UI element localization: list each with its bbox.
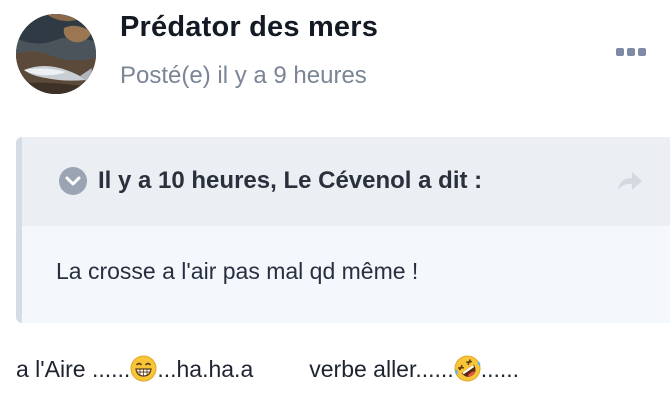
quote-body-text: La crosse a l'air pas mal qd même ! — [56, 258, 419, 284]
post-content: a l'Aire ...... ...ha.ha.a verbe aller...… — [16, 355, 519, 383]
post-content-text: verbe aller...... — [309, 356, 454, 382]
author-avatar[interactable] — [16, 14, 96, 94]
ellipsis-icon[interactable] — [612, 40, 652, 64]
chevron-down-circle-icon[interactable] — [59, 167, 87, 195]
author-name[interactable]: Prédator des mers — [120, 11, 378, 44]
post-content-text: a l'Aire ...... — [16, 356, 131, 382]
post-content-text: ...... — [480, 356, 520, 382]
grinning-face-emoji-icon — [130, 355, 157, 382]
post-timestamp[interactable]: Posté(e) il y a 9 heures — [120, 62, 367, 90]
post-content-text: ...ha.ha.a — [157, 356, 254, 382]
fish-on-rocks-avatar-icon — [16, 14, 96, 94]
share-arrow-icon[interactable] — [616, 170, 644, 194]
forum-post: Prédator des mers Posté(e) il y a 9 heur… — [0, 0, 670, 415]
quote-citation[interactable]: Il y a 10 heures, Le Cévenol a dit : — [98, 167, 482, 195]
rolling-on-floor-laughing-emoji-icon — [454, 355, 481, 382]
quote-block: Il y a 10 heures, Le Cévenol a dit : La … — [16, 137, 670, 323]
quote-header: Il y a 10 heures, Le Cévenol a dit : — [22, 137, 670, 226]
